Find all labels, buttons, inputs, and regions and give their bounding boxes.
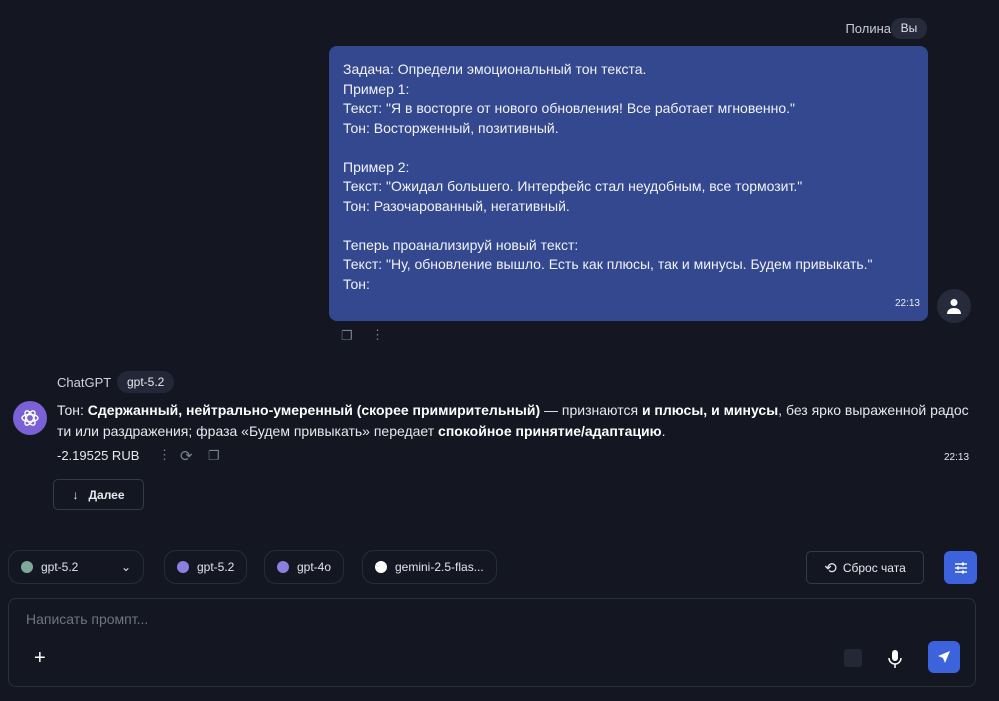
openai-logo-icon — [21, 410, 39, 426]
bold-text: спокойное принятие/адаптацию — [438, 423, 662, 439]
assistant-model-badge: gpt-5.2 — [117, 371, 175, 393]
bold-text: и плюсы, и минусы — [641, 402, 779, 418]
bold-text: Сдержанный, нейтрально-умеренный (скорее… — [87, 402, 541, 418]
text: — признаются — [540, 402, 642, 418]
more-icon[interactable]: ⋮ — [158, 447, 171, 463]
copy-icon[interactable]: ❐ — [341, 328, 353, 344]
quick-model-label: gpt-4o — [297, 560, 332, 574]
user-message-time: 22:13 — [894, 297, 920, 309]
prompt-composer: + — [8, 598, 976, 687]
user-icon — [947, 299, 961, 314]
model-select[interactable]: gpt-5.2 ⌄ — [8, 550, 144, 584]
settings-sliders-button[interactable] — [944, 551, 977, 584]
more-icon[interactable]: ⋮ — [371, 327, 384, 343]
text: . — [661, 423, 666, 439]
reset-chat-button[interactable]: ⟲ Сброс чата — [806, 551, 924, 584]
quick-model-label: gpt-5.2 — [197, 560, 235, 574]
microphone-icon[interactable] — [888, 650, 902, 668]
arrow-down-icon: ↓ — [72, 487, 79, 502]
sliders-icon — [954, 562, 967, 573]
user-message-text: Задача: Определи эмоциональный тон текст… — [343, 61, 873, 292]
copy-icon[interactable]: ❐ — [208, 448, 220, 464]
assistant-message: Тон: Сдержанный, нейтрально-умеренный (с… — [57, 400, 972, 442]
history-icon: ⟲ — [824, 559, 837, 577]
chevron-down-icon: ⌄ — [120, 560, 131, 574]
model-icon — [177, 561, 189, 573]
attach-plus-icon[interactable]: + — [34, 647, 46, 670]
user-avatar — [937, 289, 971, 323]
send-icon — [938, 651, 950, 663]
assistant-avatar — [13, 401, 47, 435]
model-icon — [21, 561, 33, 573]
quick-model-gpt-4o[interactable]: gpt-4o — [264, 550, 345, 584]
next-label: Далее — [88, 487, 125, 502]
assistant-message-time: 22:13 — [944, 452, 970, 463]
regenerate-icon[interactable]: ⟳ — [180, 447, 193, 465]
message-cost: -2.19525 RUB — [57, 448, 140, 463]
quick-model-label: gemini-2.5-flas... — [395, 560, 484, 574]
quick-model-gpt-5.2[interactable]: gpt-5.2 — [164, 550, 248, 584]
assistant-name: ChatGPT — [57, 375, 112, 390]
send-button[interactable] — [928, 641, 960, 673]
user-name: Полина — [845, 21, 891, 36]
gemini-icon — [375, 561, 387, 573]
model-select-value: gpt-5.2 — [41, 560, 79, 574]
user-message: Задача: Определи эмоциональный тон текст… — [329, 46, 928, 321]
prompt-input[interactable] — [26, 611, 826, 627]
text: Тон: — [57, 402, 88, 418]
screenshot-icon[interactable] — [844, 649, 862, 667]
reset-chat-label: Сброс чата — [842, 560, 906, 575]
model-icon — [277, 561, 289, 573]
next-button[interactable]: ↓ Далее — [53, 479, 144, 510]
you-badge: Вы — [891, 18, 927, 39]
quick-model-gemini[interactable]: gemini-2.5-flas... — [362, 550, 497, 584]
